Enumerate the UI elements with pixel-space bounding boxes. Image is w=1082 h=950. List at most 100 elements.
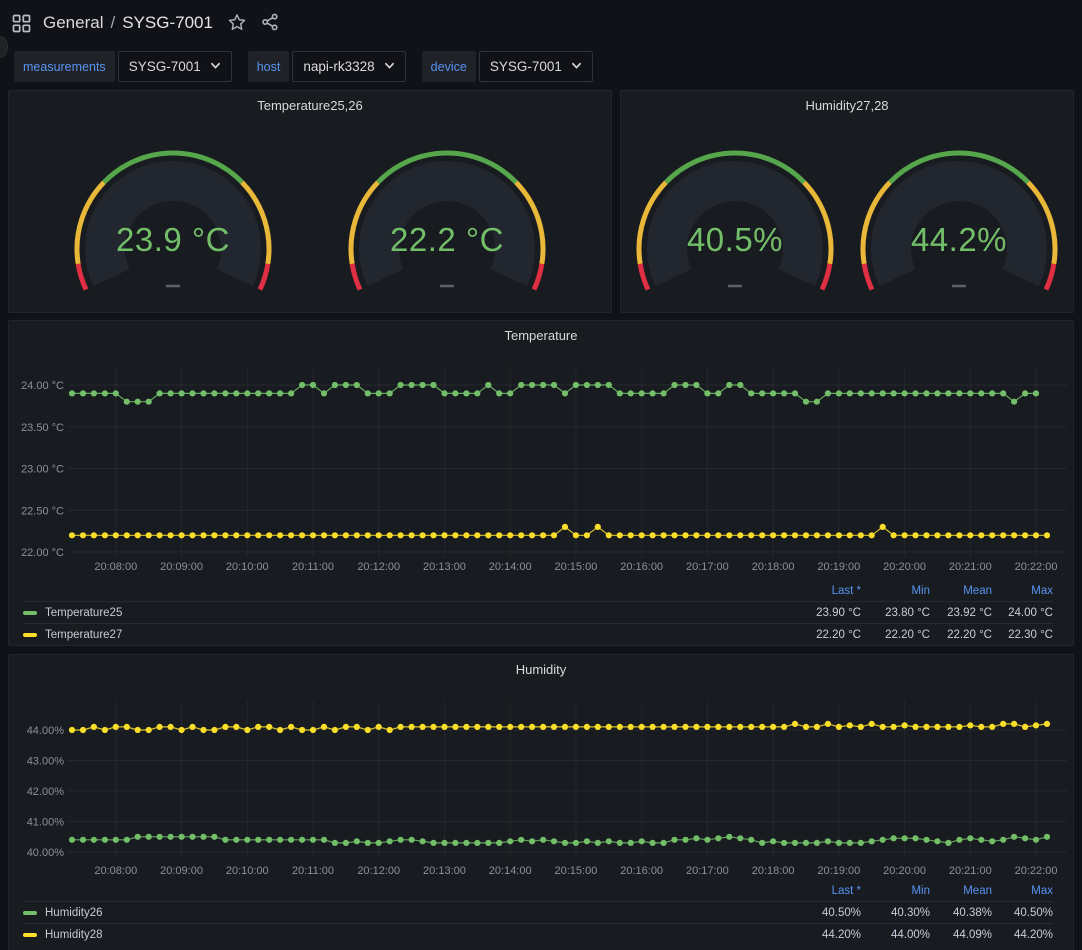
stat-max: 22.30 °C bbox=[992, 629, 1053, 641]
svg-text:20:16:00: 20:16:00 bbox=[620, 865, 663, 877]
breadcrumb-folder[interactable]: General bbox=[43, 13, 103, 33]
legend-row: Temperature27 22.20 °C 22.20 °C 22.20 °C… bbox=[23, 623, 1053, 645]
svg-text:20:20:00: 20:20:00 bbox=[883, 865, 926, 877]
stat-mean: 23.92 °C bbox=[930, 607, 992, 619]
gauge-arc bbox=[625, 133, 845, 297]
svg-text:20:17:00: 20:17:00 bbox=[686, 865, 729, 877]
stat-min: 23.80 °C bbox=[861, 607, 930, 619]
series-name[interactable]: Humidity28 bbox=[45, 929, 103, 941]
svg-text:22.50 °C: 22.50 °C bbox=[21, 505, 64, 517]
svg-text:20:19:00: 20:19:00 bbox=[817, 865, 860, 877]
panel-title[interactable]: Humidity bbox=[9, 655, 1073, 683]
stat-mean: 40.38% bbox=[930, 907, 992, 919]
legend-row: Temperature25 23.90 °C 23.80 °C 23.92 °C… bbox=[23, 601, 1053, 623]
svg-text:20:10:00: 20:10:00 bbox=[226, 561, 269, 573]
svg-text:20:16:00: 20:16:00 bbox=[620, 561, 663, 573]
legend-col-mean[interactable]: Mean bbox=[930, 885, 992, 897]
top-nav: General / SYSG-7001 bbox=[0, 0, 1082, 46]
svg-text:20:11:00: 20:11:00 bbox=[292, 561, 334, 573]
legend-row: Humidity28 44.20% 44.00% 44.09% 44.20% bbox=[23, 923, 1053, 945]
gauge-arc bbox=[63, 133, 283, 297]
panel-temperature-gauges: Temperature25,26 23.9 °C 22.2 °C bbox=[8, 90, 612, 313]
gauge-group: 40.5% 44.2% bbox=[621, 133, 1073, 297]
variables-bar: measurements SYSG-7001 host napi-rk3328 … bbox=[14, 51, 593, 82]
gauge-temperature25: 23.9 °C bbox=[63, 133, 283, 297]
variable-label-host: host bbox=[248, 51, 290, 82]
variable-select-device[interactable]: SYSG-7001 bbox=[479, 51, 593, 82]
svg-text:41.00%: 41.00% bbox=[27, 817, 65, 829]
variable-select-host[interactable]: napi-rk3328 bbox=[292, 51, 405, 82]
legend-table: Last * Min Mean Max Humidity26 40.50% 40… bbox=[9, 881, 1073, 945]
series-swatch bbox=[23, 633, 37, 637]
variable-label-measurements: measurements bbox=[14, 51, 115, 82]
stat-last: 40.50% bbox=[769, 907, 861, 919]
svg-text:20:18:00: 20:18:00 bbox=[752, 865, 795, 877]
legend-col-max[interactable]: Max bbox=[992, 585, 1053, 597]
time-series-plot[interactable]: 20:08:0020:09:0020:10:0020:11:0020:12:00… bbox=[9, 683, 1073, 881]
panel-title[interactable]: Temperature bbox=[9, 321, 1073, 349]
stat-min: 44.00% bbox=[861, 929, 930, 941]
gauge-humidity27: 40.5% bbox=[625, 133, 845, 297]
series-name[interactable]: Temperature25 bbox=[45, 607, 122, 619]
share-icon bbox=[261, 13, 279, 34]
svg-text:43.00%: 43.00% bbox=[27, 756, 65, 768]
panel-title[interactable]: Humidity27,28 bbox=[621, 91, 1073, 119]
breadcrumb-separator: / bbox=[110, 13, 115, 33]
svg-text:22.00 °C: 22.00 °C bbox=[21, 547, 64, 559]
stat-mean: 44.09% bbox=[930, 929, 992, 941]
variable-select-measurements[interactable]: SYSG-7001 bbox=[118, 51, 232, 82]
legend-col-last[interactable]: Last * bbox=[769, 885, 861, 897]
legend-col-min[interactable]: Min bbox=[861, 885, 930, 897]
legend-header: Last * Min Mean Max bbox=[23, 581, 1053, 601]
svg-text:20:21:00: 20:21:00 bbox=[949, 865, 992, 877]
gauge-temperature26: 22.2 °C bbox=[337, 133, 557, 297]
svg-text:40.00%: 40.00% bbox=[27, 847, 65, 859]
svg-text:24.00 °C: 24.00 °C bbox=[21, 380, 64, 392]
stat-max: 44.20% bbox=[992, 929, 1053, 941]
variable-device: device SYSG-7001 bbox=[422, 51, 593, 82]
stat-min: 22.20 °C bbox=[861, 629, 930, 641]
panel-humidity-chart: Humidity 20:08:0020:09:0020:10:0020:11:0… bbox=[8, 654, 1074, 950]
gauge-arc bbox=[337, 133, 557, 297]
legend-col-last[interactable]: Last * bbox=[769, 585, 861, 597]
series-name[interactable]: Humidity26 bbox=[45, 907, 103, 919]
stat-max: 40.50% bbox=[992, 907, 1053, 919]
svg-text:44.00%: 44.00% bbox=[27, 725, 65, 737]
gauge-value: 23.9 °C bbox=[63, 221, 283, 259]
time-series-plot[interactable]: 20:08:0020:09:0020:10:0020:11:0020:12:00… bbox=[9, 349, 1073, 581]
variable-host: host napi-rk3328 bbox=[248, 51, 406, 82]
apps-grid-icon[interactable] bbox=[12, 14, 31, 33]
chevron-down-icon bbox=[571, 59, 582, 74]
panel-humidity-gauges: Humidity27,28 40.5% 44.2% bbox=[620, 90, 1074, 313]
gauge-value: 22.2 °C bbox=[337, 221, 557, 259]
svg-text:20:10:00: 20:10:00 bbox=[226, 865, 269, 877]
svg-text:20:14:00: 20:14:00 bbox=[489, 865, 532, 877]
svg-text:20:15:00: 20:15:00 bbox=[555, 561, 598, 573]
stat-last: 44.20% bbox=[769, 929, 861, 941]
share-button[interactable] bbox=[261, 13, 279, 34]
breadcrumb-dashboard[interactable]: SYSG-7001 bbox=[122, 13, 213, 33]
legend-table: Last * Min Mean Max Temperature25 23.90 … bbox=[9, 581, 1073, 645]
svg-text:20:22:00: 20:22:00 bbox=[1015, 561, 1058, 573]
series-name[interactable]: Temperature27 bbox=[45, 629, 122, 641]
svg-text:20:13:00: 20:13:00 bbox=[423, 865, 466, 877]
legend-header: Last * Min Mean Max bbox=[23, 881, 1053, 901]
chevron-down-icon bbox=[384, 59, 395, 74]
svg-text:20:14:00: 20:14:00 bbox=[489, 561, 532, 573]
gauge-arc bbox=[849, 133, 1069, 297]
svg-text:23.00 °C: 23.00 °C bbox=[21, 464, 64, 476]
legend-col-mean[interactable]: Mean bbox=[930, 585, 992, 597]
legend-row: Humidity26 40.50% 40.30% 40.38% 40.50% bbox=[23, 901, 1053, 923]
legend-col-min[interactable]: Min bbox=[861, 585, 930, 597]
svg-text:20:15:00: 20:15:00 bbox=[555, 865, 598, 877]
legend-col-max[interactable]: Max bbox=[992, 885, 1053, 897]
star-button[interactable] bbox=[228, 13, 246, 34]
svg-text:23.50 °C: 23.50 °C bbox=[21, 422, 64, 434]
series-swatch bbox=[23, 911, 37, 915]
variable-measurements: measurements SYSG-7001 bbox=[14, 51, 232, 82]
stat-min: 40.30% bbox=[861, 907, 930, 919]
panel-title[interactable]: Temperature25,26 bbox=[9, 91, 611, 119]
svg-text:20:19:00: 20:19:00 bbox=[817, 561, 860, 573]
svg-text:20:20:00: 20:20:00 bbox=[883, 561, 926, 573]
series-swatch bbox=[23, 933, 37, 937]
